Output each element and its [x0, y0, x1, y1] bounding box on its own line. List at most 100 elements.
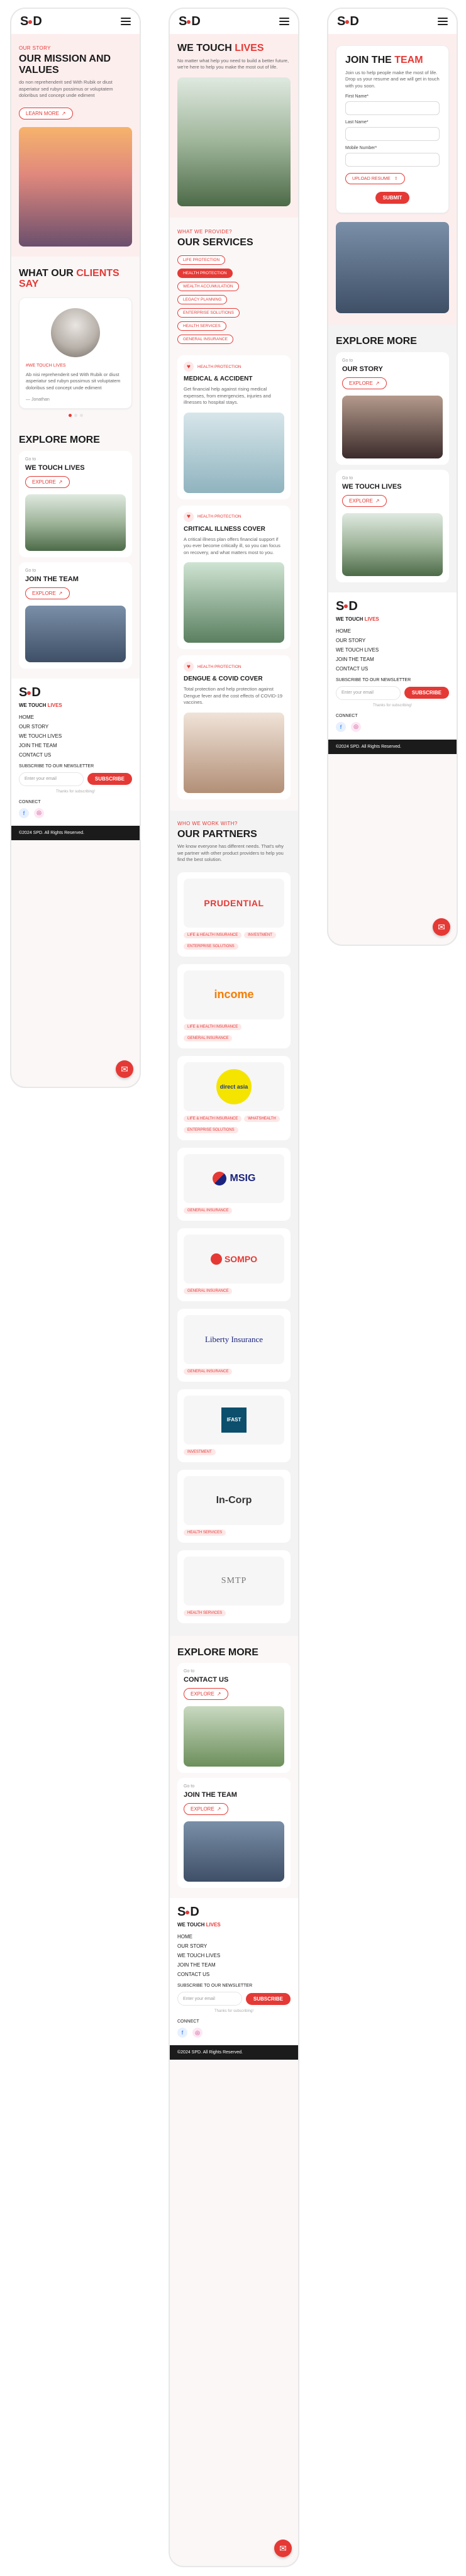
explore-button[interactable]: EXPLORE ↗: [184, 1803, 228, 1816]
arrow-icon: ↗: [216, 1691, 221, 1697]
chip-health-services[interactable]: HEALTH SERVICES: [177, 321, 226, 331]
footer-link[interactable]: HOME: [336, 628, 449, 634]
footer-link[interactable]: OUR STORY: [177, 1943, 291, 1949]
footer-link[interactable]: CONTACT US: [336, 666, 449, 672]
footer-link[interactable]: OUR STORY: [19, 724, 132, 730]
first-name-field[interactable]: [345, 101, 440, 116]
explore-card-we-touch-lives[interactable]: Go to WE TOUCH LIVES EXPLORE ↗: [19, 450, 132, 557]
explore-card-our-story[interactable]: Go to OUR STORY EXPLORE ↗: [336, 352, 449, 465]
subscribe-button[interactable]: SUBSCRIBE: [404, 687, 449, 699]
carousel-dot[interactable]: [74, 414, 77, 418]
chat-icon[interactable]: ✉: [274, 2540, 292, 2557]
instagram-icon[interactable]: ◎: [351, 721, 361, 732]
arrow-icon: ↗: [375, 380, 380, 386]
partner-logo-smtp: SMTP: [184, 1556, 284, 1606]
explore-button[interactable]: EXPLORE ↗: [342, 377, 387, 389]
arrow-icon: ↗: [216, 1806, 221, 1813]
partner-card[interactable]: IFAST INVESTMENT: [177, 1389, 291, 1462]
submit-button[interactable]: SUBMIT: [375, 192, 410, 204]
partner-card[interactable]: SOMPO GENERAL INSURANCE: [177, 1228, 291, 1301]
carousel-dots[interactable]: [19, 414, 132, 418]
join-team: JOIN THE TEAM Join us to help people mak…: [328, 34, 457, 325]
newsletter-input[interactable]: Enter your email: [177, 1992, 242, 2006]
footer-logo[interactable]: SD: [19, 686, 132, 699]
facebook-icon[interactable]: f: [336, 721, 346, 732]
logo[interactable]: SD: [20, 15, 42, 28]
hero-body: No matter what help you need to build a …: [177, 57, 289, 70]
footer-link[interactable]: CONTACT US: [177, 1972, 291, 1977]
newsletter-input[interactable]: Enter your email: [19, 772, 84, 786]
hamburger-icon[interactable]: [438, 18, 448, 25]
partner-card[interactable]: Liberty Insurance GENERAL INSURANCE: [177, 1308, 291, 1382]
service-card-medical[interactable]: ♥ HEALTH PROTECTION MEDICAL & ACCIDENT Ge…: [177, 355, 291, 499]
chip-health-protection[interactable]: HEALTH PROTECTION: [177, 269, 233, 279]
learn-more-button[interactable]: LEARN MORE ↗: [19, 107, 73, 119]
footer-link[interactable]: HOME: [19, 714, 132, 720]
footer-link[interactable]: WE TOUCH LIVES: [336, 647, 449, 653]
topbar: SD: [170, 9, 298, 34]
facebook-icon[interactable]: f: [19, 808, 29, 818]
explore-button[interactable]: EXPLORE ↗: [25, 475, 70, 488]
facebook-icon[interactable]: f: [177, 2028, 187, 2038]
carousel-dot[interactable]: [79, 414, 83, 418]
footer-logo[interactable]: SD: [336, 600, 449, 613]
chat-icon[interactable]: ✉: [433, 918, 450, 936]
explore-card-we-touch-lives[interactable]: Go to WE TOUCH LIVES EXPLORE ↗: [336, 469, 449, 582]
service-card-dengue[interactable]: ♥ HEALTH PROTECTION DENGUE & COVID COVER …: [177, 655, 291, 799]
footer-link[interactable]: OUR STORY: [336, 638, 449, 643]
chip-wealth-accumulation[interactable]: WEALTH ACCUMULATION: [177, 282, 239, 292]
subscribe-button[interactable]: SUBSCRIBE: [245, 1992, 291, 2005]
chat-icon[interactable]: ✉: [116, 1060, 133, 1078]
partner-logo-ifast: IFAST: [184, 1395, 284, 1445]
chip-enterprise-solutions[interactable]: ENTERPRISE SOLUTIONS: [177, 308, 240, 318]
logo[interactable]: SD: [179, 15, 201, 28]
service-title: MEDICAL & ACCIDENT: [184, 375, 253, 383]
footer-link[interactable]: WE TOUCH LIVES: [19, 733, 132, 739]
chip-life-protection[interactable]: LIFE PROTECTION: [177, 255, 226, 265]
hamburger-icon[interactable]: [121, 18, 131, 25]
explore-card-contact[interactable]: Go to CONTACT US EXPLORE ↗: [177, 1663, 291, 1774]
carousel-dot[interactable]: [68, 414, 72, 418]
phone-3: SD JOIN THE TEAM Join us to help people …: [327, 8, 458, 946]
subscribe-button[interactable]: SUBSCRIBE: [87, 773, 132, 786]
service-card-critical[interactable]: ♥ HEALTH PROTECTION CRITICAL ILLNESS COVE…: [177, 505, 291, 650]
footer-link[interactable]: CONTACT US: [19, 752, 132, 758]
partner-card[interactable]: In-Corp HEALTH SERVICES: [177, 1469, 291, 1543]
chip-legacy-planning[interactable]: LEGACY PLANNING: [177, 295, 228, 305]
mobile-field[interactable]: [345, 153, 440, 167]
hero-image: [177, 77, 291, 206]
partner-logo-msig: MSIG: [184, 1153, 284, 1203]
partner-logo-liberty: Liberty Insurance: [184, 1314, 284, 1364]
footer-link[interactable]: JOIN THE TEAM: [336, 657, 449, 662]
logo[interactable]: SD: [337, 15, 359, 28]
explore-image: [342, 513, 443, 576]
chip-general-insurance[interactable]: GENERAL INSURANCE: [177, 335, 233, 345]
partner-card[interactable]: income LIFE & HEALTH INSURANCE GENERAL IN…: [177, 963, 291, 1048]
footer-tagline: WE TOUCH LIVES: [336, 616, 379, 622]
upload-resume-button[interactable]: UPLOAD RESUME ⇪: [345, 173, 405, 185]
explore-button[interactable]: EXPLORE ↗: [342, 494, 387, 507]
explore-card-join-team[interactable]: Go to JOIN THE TEAM EXPLORE ↗: [19, 562, 132, 669]
partner-card[interactable]: PRUDENTIAL LIFE & HEALTH INSURANCE INVEST…: [177, 872, 291, 957]
explore-card-title: JOIN THE TEAM: [25, 575, 79, 583]
partner-card[interactable]: direct asia LIFE & HEALTH INSURANCE WHATS…: [177, 1055, 291, 1140]
instagram-icon[interactable]: ◎: [192, 2028, 202, 2038]
footer-link[interactable]: JOIN THE TEAM: [177, 1962, 291, 1968]
footer-link[interactable]: HOME: [177, 1934, 291, 1940]
explore-button[interactable]: EXPLORE ↗: [184, 1688, 228, 1701]
footer-logo[interactable]: SD: [177, 1906, 291, 1918]
connect-label: CONNECT: [336, 713, 358, 718]
newsletter-input[interactable]: Enter your email: [336, 686, 401, 700]
last-name-field[interactable]: [345, 127, 440, 142]
partner-logo-sompo: SOMPO: [184, 1234, 284, 1284]
explore-section: EXPLORE MORE Go to CONTACT US EXPLORE ↗ G…: [170, 1636, 298, 1899]
instagram-icon[interactable]: ◎: [34, 808, 44, 818]
partner-card[interactable]: SMTP HEALTH SERVICES: [177, 1550, 291, 1623]
explore-button[interactable]: EXPLORE ↗: [25, 587, 70, 599]
hamburger-icon[interactable]: [279, 18, 289, 25]
partner-card[interactable]: MSIG GENERAL INSURANCE: [177, 1147, 291, 1221]
footer-link[interactable]: JOIN THE TEAM: [19, 743, 132, 748]
upload-icon: ⇪: [394, 177, 398, 182]
footer-link[interactable]: WE TOUCH LIVES: [177, 1953, 291, 1958]
explore-card-join-team[interactable]: Go to JOIN THE TEAM EXPLORE ↗: [177, 1778, 291, 1889]
